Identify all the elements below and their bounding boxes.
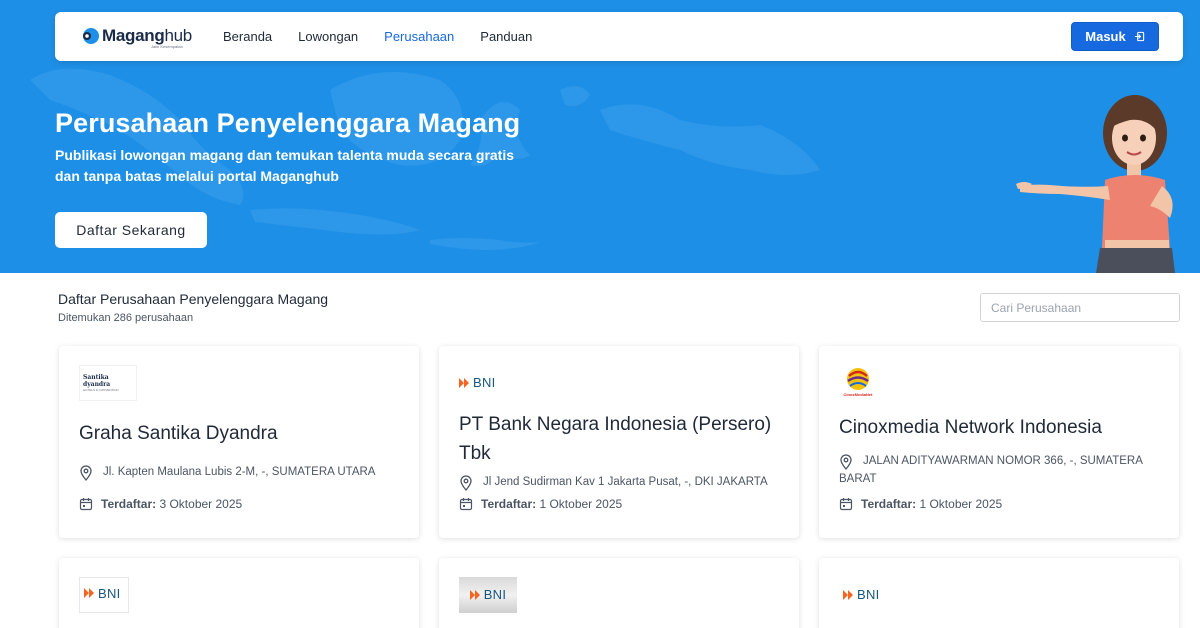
company-name[interactable]: Cinoxmedia Network Indonesia — [839, 413, 1169, 442]
company-search-input[interactable] — [980, 293, 1180, 322]
bni-logo-icon — [459, 377, 469, 388]
brand-name: Maganghub — [102, 26, 192, 45]
company-logo-subtext: HOTELS & CONVENTION — [83, 387, 119, 392]
nav-item-lowongan[interactable]: Lowongan — [298, 29, 358, 44]
top-navbar: Maganghub Jalin Kesempatan Beranda Lowon… — [55, 12, 1183, 61]
hero-subtitle-line-2: dan tanpa batas melalui portal Maganghub — [55, 168, 339, 184]
company-logo-text: BNI — [473, 375, 496, 390]
logo-mark-icon — [83, 28, 99, 44]
company-card[interactable]: BNI — [819, 558, 1179, 628]
registration-date-value: 3 Oktober 2025 — [159, 497, 243, 511]
calendar-icon — [459, 498, 473, 511]
nav-item-panduan[interactable]: Panduan — [480, 29, 532, 44]
company-logo-text: BNI — [483, 587, 507, 602]
hero-banner: Maganghub Jalin Kesempatan Beranda Lowon… — [0, 0, 1200, 273]
registration-date-label: Terdaftar: — [861, 497, 917, 511]
register-now-button[interactable]: Daftar Sekarang — [55, 212, 207, 248]
bni-logo-icon — [469, 589, 480, 600]
company-address: Jl. Kapten Maulana Lubis 2-M, -, SUMATER… — [103, 466, 376, 478]
hero-title: Perusahaan Penyelenggara Magang — [55, 108, 521, 138]
company-card[interactable]: BNI PT Bank Negara Indonesia (Persero) T… — [439, 346, 799, 538]
hero-character-illustration — [1016, 95, 1175, 273]
company-name[interactable]: Graha Santika Dyandra — [79, 419, 409, 448]
cinoxmedia-logo-icon — [847, 368, 869, 390]
registration-date-value: 1 Oktober 2025 — [919, 497, 1003, 511]
company-logo: BNI — [79, 576, 129, 613]
company-logo: BNI — [459, 576, 517, 613]
registration-date: Terdaftar: 3 Oktober 2025 — [79, 497, 242, 511]
login-button[interactable]: Masuk — [1071, 22, 1159, 51]
registration-date-label: Terdaftar: — [101, 497, 157, 511]
brand-logo[interactable]: Maganghub Jalin Kesempatan — [81, 22, 192, 50]
hero-subtitle-line-1: Publikasi lowongan magang dan temukan ta… — [55, 147, 515, 163]
company-logo-text: Santika dyandra — [83, 373, 111, 388]
hero-subtitle: Publikasi lowongan magang dan temukan ta… — [55, 145, 535, 187]
company-name[interactable]: PT Bank Negara Indonesia (Persero) Tbk — [459, 410, 789, 468]
registration-date-value: 1 Oktober 2025 — [539, 497, 623, 511]
company-logo: BNI — [459, 364, 496, 401]
company-count: Ditemukan 286 perusahaan — [58, 312, 194, 324]
login-icon — [1134, 31, 1144, 42]
brand-tagline: Jalin Kesempatan — [151, 44, 183, 49]
company-logo-text: CinoxMediaNet — [843, 392, 873, 397]
calendar-icon — [839, 498, 853, 511]
company-logo-text: BNI — [98, 585, 121, 601]
nav-links: Beranda Lowongan Perusahaan Panduan — [223, 12, 558, 61]
bni-logo-icon — [843, 589, 853, 600]
login-label: Masuk — [1085, 29, 1126, 44]
company-address: JALAN ADITYAWARMAN NOMOR 366, -, SUMATER… — [839, 455, 1143, 485]
company-card[interactable]: BNI — [59, 558, 419, 628]
company-logo-text: BNI — [857, 587, 880, 602]
bni-logo-icon — [84, 588, 94, 598]
registration-date: Terdaftar: 1 Oktober 2025 — [839, 497, 1002, 511]
registration-date: Terdaftar: 1 Oktober 2025 — [459, 497, 622, 511]
company-card[interactable]: CinoxMediaNet Cinoxmedia Network Indones… — [819, 346, 1179, 538]
company-address: Jl Jend Sudirman Kav 1 Jakarta Pusat, -,… — [483, 476, 768, 488]
company-list-title: Daftar Perusahaan Penyelenggara Magang — [58, 291, 329, 307]
company-logo: CinoxMediaNet — [839, 363, 877, 400]
company-card[interactable]: Santika dyandra HOTELS & CONVENTION Grah… — [59, 346, 419, 538]
company-card[interactable]: BNI — [439, 558, 799, 628]
company-logo: Santika dyandra HOTELS & CONVENTION — [79, 364, 137, 401]
calendar-icon — [79, 498, 93, 511]
company-logo: BNI — [843, 576, 880, 613]
registration-date-label: Terdaftar: — [481, 497, 537, 511]
nav-item-beranda[interactable]: Beranda — [223, 29, 272, 44]
nav-item-perusahaan[interactable]: Perusahaan — [384, 29, 454, 44]
